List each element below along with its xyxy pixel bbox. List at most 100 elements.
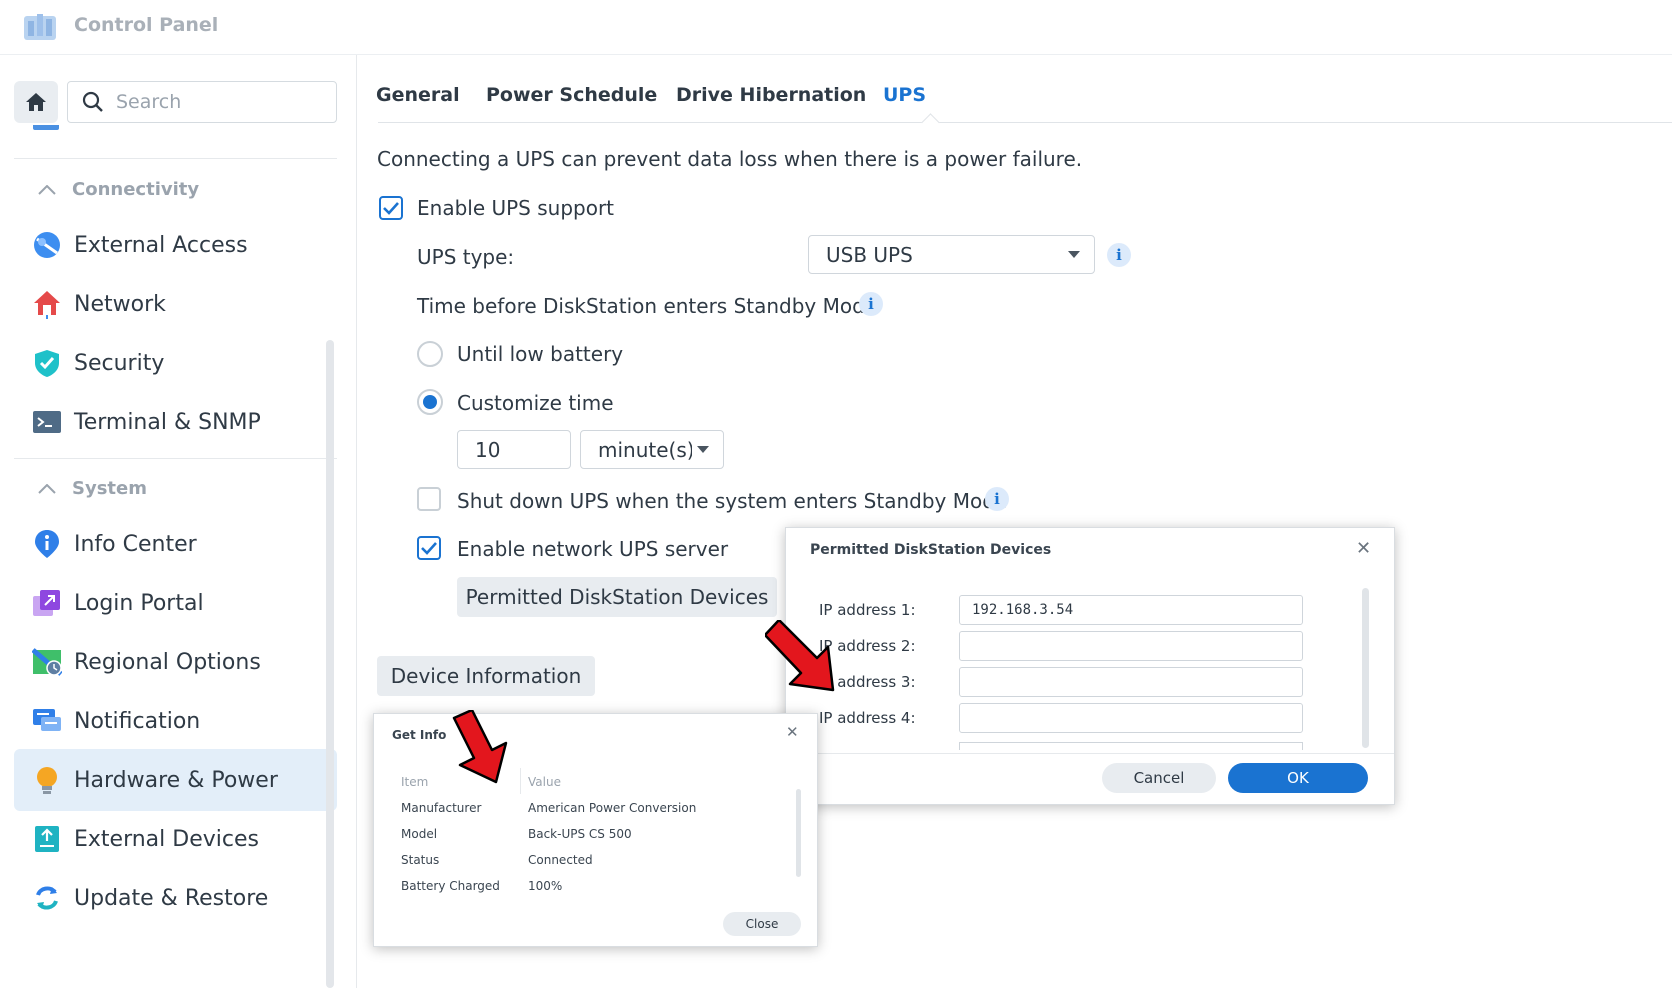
- permitted-devices-button[interactable]: Permitted DiskStation Devices: [457, 577, 777, 617]
- clipped-next-row: [819, 740, 1339, 750]
- network-house-icon: [32, 289, 62, 319]
- ups-intro-text: Connecting a UPS can prevent data loss w…: [377, 147, 1083, 171]
- search-box[interactable]: [67, 81, 337, 123]
- close-icon[interactable]: ✕: [786, 723, 799, 741]
- info-icon[interactable]: i: [859, 292, 883, 316]
- update-restore-icon: [32, 883, 62, 913]
- dialog-footer-divider: [786, 753, 1394, 754]
- shutdown-ups-checkbox[interactable]: [417, 487, 441, 511]
- column-header-item: Item: [401, 775, 429, 789]
- login-portal-icon: [32, 588, 62, 618]
- section-label: Connectivity: [72, 179, 200, 200]
- enable-ups-label: Enable UPS support: [417, 196, 615, 220]
- row-item-manufacturer: Manufacturer: [401, 801, 482, 815]
- row-item-status: Status: [401, 853, 440, 867]
- section-label: System: [72, 478, 147, 499]
- title-bar: Control Panel: [0, 0, 1672, 55]
- tab-drive-hibernation[interactable]: Drive Hibernation: [676, 84, 866, 106]
- sidebar-item-terminal-snmp[interactable]: Terminal & SNMP: [14, 391, 337, 453]
- info-icon[interactable]: i: [985, 487, 1009, 511]
- sidebar-item-notification[interactable]: Notification: [14, 690, 337, 752]
- ip-address-4-label: IP address 4:: [819, 709, 916, 727]
- row-value-manufacturer: American Power Conversion: [528, 801, 697, 815]
- radio-customize-time[interactable]: [417, 389, 443, 415]
- ups-type-value: USB UPS: [826, 242, 913, 267]
- external-devices-icon: [32, 824, 62, 854]
- ip-address-3-input[interactable]: [959, 667, 1303, 697]
- chevron-up-icon: [38, 184, 56, 195]
- sidebar-item-login-portal[interactable]: Login Portal: [14, 572, 337, 634]
- terminal-icon: [32, 407, 62, 437]
- cancel-button[interactable]: Cancel: [1102, 763, 1216, 793]
- regional-options-icon: [32, 647, 62, 677]
- home-icon: [26, 93, 46, 111]
- control-panel-icon: [24, 12, 56, 40]
- sidebar: Connectivity External Access Network Sec…: [0, 55, 357, 988]
- hidden-item-icon-edge: [33, 125, 59, 130]
- info-pin-icon: [32, 529, 62, 559]
- row-item-battery-charged: Battery Charged: [401, 879, 500, 893]
- sidebar-item-info-center[interactable]: Info Center: [14, 513, 337, 575]
- ip-address-4-input[interactable]: [959, 703, 1303, 733]
- column-header-value: Value: [528, 775, 561, 789]
- until-low-battery-label: Until low battery: [457, 342, 624, 366]
- sidebar-item-hardware-power[interactable]: Hardware & Power: [14, 749, 337, 811]
- ups-type-select[interactable]: USB UPS: [808, 235, 1095, 274]
- sidebar-scrollbar[interactable]: [326, 340, 334, 988]
- sidebar-item-regional-options[interactable]: Regional Options: [14, 631, 337, 693]
- close-button[interactable]: Close: [723, 912, 801, 936]
- radio-until-low-battery[interactable]: [417, 341, 443, 367]
- notification-icon: [32, 706, 62, 736]
- sidebar-item-network[interactable]: Network: [14, 273, 337, 335]
- sidebar-item-security[interactable]: Security: [14, 332, 337, 394]
- dialog-title: Permitted DiskStation Devices: [810, 542, 1052, 558]
- section-system[interactable]: System: [38, 478, 147, 499]
- network-ups-checkbox[interactable]: [417, 536, 441, 560]
- row-value-battery-charged: 100%: [528, 879, 563, 893]
- sidebar-item-update-restore[interactable]: Update & Restore: [14, 867, 337, 929]
- search-input[interactable]: [114, 90, 318, 114]
- row-value-status: Connected: [528, 853, 593, 867]
- search-icon: [82, 91, 103, 112]
- ok-button[interactable]: OK: [1228, 763, 1368, 793]
- checkmark-icon: [421, 542, 437, 555]
- annotation-arrow-icon: [765, 620, 835, 692]
- time-unit-value: minute(s): [598, 437, 692, 462]
- standby-label: Time before DiskStation enters Standby M…: [417, 294, 878, 318]
- row-value-model: Back-UPS CS 500: [528, 827, 632, 841]
- home-button[interactable]: [14, 81, 58, 123]
- divider: [14, 158, 337, 159]
- dropdown-caret-icon: [697, 446, 709, 453]
- ip-address-2-input[interactable]: [959, 631, 1303, 661]
- info-icon[interactable]: i: [1107, 243, 1131, 267]
- time-unit-select[interactable]: minute(s): [580, 430, 724, 469]
- dialog-scrollbar[interactable]: [796, 789, 801, 877]
- row-item-model: Model: [401, 827, 438, 841]
- app-title: Control Panel: [74, 14, 219, 36]
- divider: [14, 458, 337, 459]
- tab-ups[interactable]: UPS: [883, 84, 926, 106]
- network-ups-label: Enable network UPS server: [457, 537, 729, 561]
- dialog-scrollbar[interactable]: [1362, 588, 1369, 748]
- dropdown-caret-icon: [1068, 251, 1080, 258]
- ip-address-1-label: IP address 1:: [819, 601, 916, 619]
- tab-power-schedule[interactable]: Power Schedule: [486, 84, 657, 106]
- time-value-input[interactable]: 10: [457, 430, 571, 469]
- ups-type-label: UPS type:: [417, 245, 515, 269]
- get-info-dialog: Get Info ✕ Item Value Manufacturer Ameri…: [373, 713, 818, 947]
- enable-ups-checkbox[interactable]: [379, 196, 403, 220]
- customize-time-label: Customize time: [457, 391, 614, 415]
- chevron-up-icon: [38, 483, 56, 494]
- device-information-button[interactable]: Device Information: [377, 656, 595, 696]
- annotation-arrow-icon: [452, 710, 508, 784]
- column-divider: [520, 768, 521, 794]
- sidebar-item-external-access[interactable]: External Access: [14, 214, 337, 276]
- section-connectivity[interactable]: Connectivity: [38, 179, 199, 200]
- close-icon[interactable]: ✕: [1356, 538, 1371, 559]
- tab-underline: [378, 122, 1672, 123]
- radio-selected-dot: [423, 395, 437, 409]
- sidebar-item-external-devices[interactable]: External Devices: [14, 808, 337, 870]
- ip-address-1-input[interactable]: 192.168.3.54: [959, 595, 1303, 625]
- tab-general[interactable]: General: [376, 84, 460, 106]
- active-tab-indicator: [921, 113, 940, 132]
